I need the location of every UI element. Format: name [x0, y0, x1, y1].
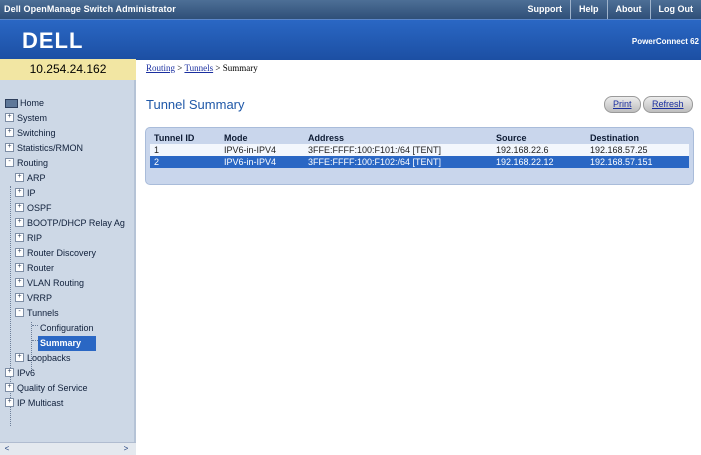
cell-tunnel-id: 2 [150, 156, 220, 168]
title-bar: Dell OpenManage Switch Administrator Sup… [0, 0, 701, 19]
expand-icon[interactable]: + [15, 203, 24, 212]
expand-icon[interactable]: + [5, 368, 14, 377]
nav-arp[interactable]: +ARP [0, 171, 134, 186]
cell-destination: 192.168.57.151 [586, 156, 689, 168]
col-source: Source [492, 132, 586, 144]
nav-vrrp[interactable]: +VRRP [0, 291, 134, 306]
nav-system[interactable]: +System [0, 111, 134, 126]
nav-loopbacks[interactable]: +Loopbacks [0, 351, 134, 366]
nav-quality-of-service[interactable]: +Quality of Service [0, 381, 134, 396]
expand-icon[interactable]: + [15, 233, 24, 242]
nav-tunnels-configuration[interactable]: Configuration [0, 321, 134, 336]
breadcrumb: Routing > Tunnels > Summary [146, 63, 258, 73]
nav-ip[interactable]: +IP [0, 186, 134, 201]
collapse-icon[interactable]: - [15, 308, 24, 317]
expand-icon[interactable]: + [15, 188, 24, 197]
product-name: PowerConnect 62 [632, 37, 699, 46]
expand-icon[interactable]: + [15, 218, 24, 227]
breadcrumb-routing[interactable]: Routing [146, 63, 175, 73]
expand-icon[interactable]: + [5, 398, 14, 407]
nav-vlan-routing[interactable]: +VLAN Routing [0, 276, 134, 291]
support-link[interactable]: Support [519, 0, 570, 19]
expand-icon[interactable]: + [5, 383, 14, 392]
scroll-right-arrow[interactable]: > [121, 444, 131, 453]
breadcrumb-current: Summary [223, 63, 258, 73]
col-mode: Mode [220, 132, 304, 144]
nav-home[interactable]: Home [0, 96, 134, 111]
expand-icon[interactable]: + [15, 278, 24, 287]
nav-ospf[interactable]: +OSPF [0, 201, 134, 216]
col-destination: Destination [586, 132, 689, 144]
ip-address: 10.254.24.162 [0, 59, 136, 81]
cell-tunnel-id: 1 [150, 144, 220, 156]
brand-bar: DELL PowerConnect 62 [0, 19, 701, 60]
table-row[interactable]: 1 IPV6-in-IPV4 3FFE:FFFF:100:F101:/64 [T… [150, 144, 689, 156]
about-link[interactable]: About [607, 0, 650, 19]
top-links: Support Help About Log Out [519, 0, 701, 19]
expand-icon[interactable]: + [15, 263, 24, 272]
nav-routing[interactable]: -Routing [0, 156, 134, 171]
expand-icon[interactable]: + [15, 248, 24, 257]
refresh-button[interactable]: Refresh [643, 96, 693, 113]
nav-statistics-rmon[interactable]: +Statistics/RMON [0, 141, 134, 156]
cell-source: 192.168.22.12 [492, 156, 586, 168]
tunnel-summary-table-container: Tunnel ID Mode Address Source Destinatio… [145, 127, 694, 185]
nav-switching[interactable]: +Switching [0, 126, 134, 141]
expand-icon[interactable]: + [15, 353, 24, 362]
table-header-row: Tunnel ID Mode Address Source Destinatio… [150, 132, 689, 144]
nav-rip[interactable]: +RIP [0, 231, 134, 246]
table-row[interactable]: 2 IPV6-in-IPV4 3FFE:FFFF:100:F102:/64 [T… [150, 156, 689, 168]
cell-mode: IPV6-in-IPV4 [220, 144, 304, 156]
home-icon [5, 99, 18, 108]
expand-icon[interactable]: + [5, 113, 14, 122]
col-tunnel-id: Tunnel ID [150, 132, 220, 144]
collapse-icon[interactable]: - [5, 158, 14, 167]
cell-address: 3FFE:FFFF:100:F101:/64 [TENT] [304, 144, 492, 156]
nav-tree: Home +System +Switching +Statistics/RMON… [0, 96, 134, 411]
expand-icon[interactable]: + [15, 293, 24, 302]
cell-destination: 192.168.57.25 [586, 144, 689, 156]
tunnel-summary-table: Tunnel ID Mode Address Source Destinatio… [150, 132, 689, 168]
nav-sidebar: Home +System +Switching +Statistics/RMON… [0, 80, 136, 442]
breadcrumb-tunnels[interactable]: Tunnels [184, 63, 213, 73]
nav-ipv6[interactable]: +IPv6 [0, 366, 134, 381]
expand-icon[interactable]: + [5, 143, 14, 152]
breadcrumb-separator: > [213, 63, 223, 73]
scroll-left-arrow[interactable]: < [2, 444, 12, 453]
col-address: Address [304, 132, 492, 144]
nav-tunnels[interactable]: -Tunnels [0, 306, 134, 321]
nav-router[interactable]: +Router [0, 261, 134, 276]
logout-link[interactable]: Log Out [650, 0, 701, 19]
expand-icon[interactable]: + [15, 173, 24, 182]
dell-logo: DELL [22, 28, 83, 54]
print-button[interactable]: Print [604, 96, 641, 113]
cell-mode: IPV6-in-IPV4 [220, 156, 304, 168]
app-title: Dell OpenManage Switch Administrator [4, 4, 176, 14]
nav-tunnels-summary[interactable]: Summary [38, 336, 96, 351]
nav-bootp-dhcp-relay[interactable]: +BOOTP/DHCP Relay Ag [0, 216, 134, 231]
nav-router-discovery[interactable]: +Router Discovery [0, 246, 134, 261]
cell-address: 3FFE:FFFF:100:F102:/64 [TENT] [304, 156, 492, 168]
page-title: Tunnel Summary [146, 97, 245, 112]
nav-ip-multicast[interactable]: +IP Multicast [0, 396, 134, 411]
expand-icon[interactable]: + [5, 128, 14, 137]
help-link[interactable]: Help [570, 0, 607, 19]
sidebar-scrollbar[interactable]: < > [0, 442, 136, 455]
cell-source: 192.168.22.6 [492, 144, 586, 156]
